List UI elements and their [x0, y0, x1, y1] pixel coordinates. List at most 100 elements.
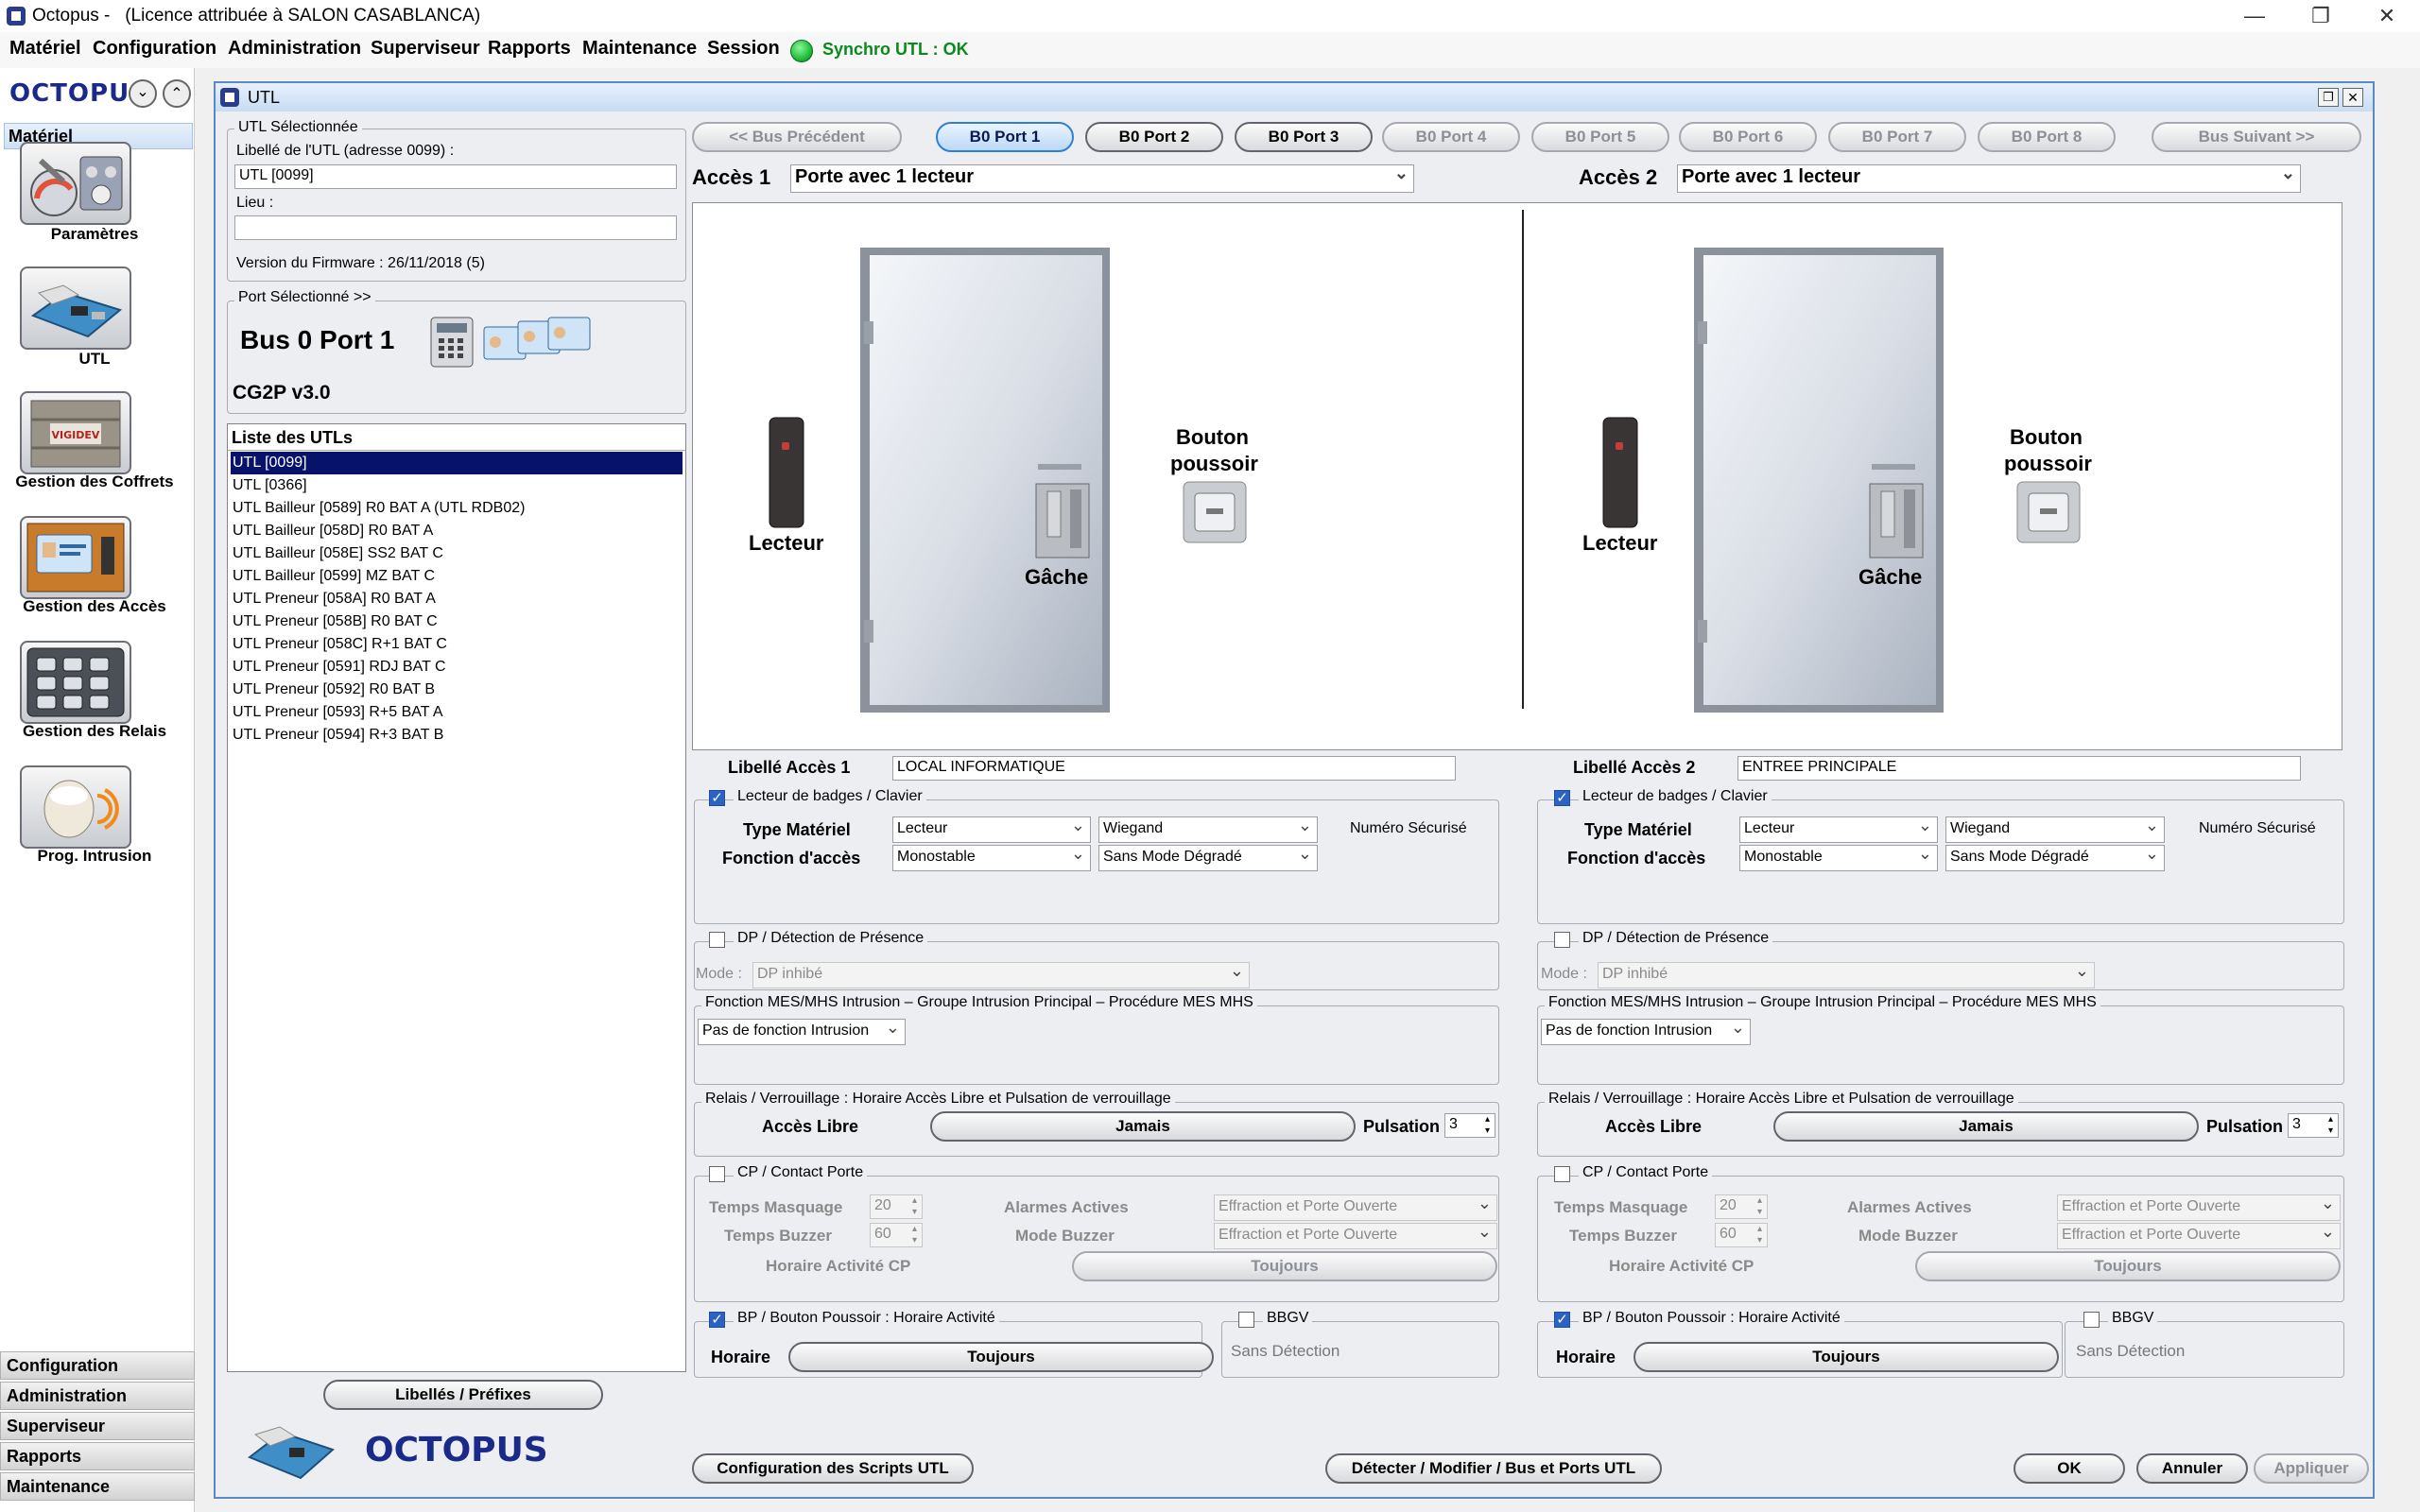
intrusion-tool-button[interactable]	[20, 765, 131, 849]
port-tab-b0-port-5[interactable]: B0 Port 5	[1531, 122, 1669, 152]
bus-next-button[interactable]: Bus Suivant >>	[2152, 122, 2361, 152]
sidebar-section-superviseur[interactable]: Superviseur	[0, 1412, 195, 1440]
dp-mode-2-select[interactable]: DP inhibé	[1598, 959, 2095, 988]
horaire-cp-2-button[interactable]: Toujours	[1915, 1251, 2341, 1281]
detect-bus-ports-button[interactable]: Détecter / Modifier / Bus et Ports UTL	[1325, 1453, 1662, 1484]
bp-2-checkbox[interactable]: ✓	[1554, 1312, 1570, 1328]
temps-masquage-1-spinner[interactable]: 20	[870, 1194, 923, 1219]
menu-session[interactable]: Session	[707, 38, 780, 60]
menu-maintenance[interactable]: Maintenance	[582, 38, 697, 60]
degrade-2-select[interactable]: Sans Mode Dégradé	[1945, 842, 2165, 871]
utl-libelle-input[interactable]: UTL [0099]	[234, 164, 677, 189]
list-item[interactable]: UTL Preneur [0592] R0 BAT B	[231, 679, 683, 701]
badge-reader-1-checkbox[interactable]: ✓	[709, 790, 725, 806]
protocol-2-select[interactable]: Wiegand	[1945, 814, 2165, 843]
cp-1-checkbox[interactable]	[709, 1166, 725, 1182]
horaire-cp-1-button[interactable]: Toujours	[1072, 1251, 1497, 1281]
menu-configuration[interactable]: Configuration	[93, 38, 216, 60]
parametres-tool-button[interactable]	[20, 142, 131, 225]
list-item[interactable]: UTL Preneur [0593] R+5 BAT A	[231, 701, 683, 724]
acces-libre-1-button[interactable]: Jamais	[930, 1111, 1356, 1142]
sidebar-section-configuration[interactable]: Configuration	[0, 1351, 195, 1380]
sidebar-section-rapports[interactable]: Rapports	[0, 1442, 195, 1470]
menu-materiel[interactable]: Matériel	[9, 38, 81, 60]
badge-reader-2-checkbox[interactable]: ✓	[1554, 790, 1570, 806]
mode-buzzer-2-select[interactable]: Effraction et Porte Ouverte	[2057, 1220, 2341, 1249]
port-tab-b0-port-6[interactable]: B0 Port 6	[1679, 122, 1817, 152]
bus-previous-button[interactable]: << Bus Précédent	[692, 122, 902, 152]
cp-2-checkbox[interactable]	[1554, 1166, 1570, 1182]
type-materiel-1-select[interactable]: Lecteur	[892, 814, 1091, 843]
acces-1-type-select[interactable]: Porte avec 1 lecteur	[790, 162, 1414, 193]
coffrets-tool-button[interactable]: VIGIDEV	[20, 391, 131, 474]
list-item[interactable]: UTL [0099]	[231, 452, 683, 474]
menu-superviseur[interactable]: Superviseur	[371, 38, 480, 60]
close-button[interactable]: ✕	[2354, 0, 2420, 32]
degrade-1-select[interactable]: Sans Mode Dégradé	[1098, 842, 1318, 871]
mes-2-select[interactable]: Pas de fonction Intrusion	[1541, 1016, 1751, 1045]
list-item[interactable]: UTL Bailleur [058D] R0 BAT A	[231, 520, 683, 542]
mes-1-select[interactable]: Pas de fonction Intrusion	[698, 1016, 906, 1045]
list-item[interactable]: UTL [0366]	[231, 474, 683, 497]
port-tab-b0-port-8[interactable]: B0 Port 8	[1978, 122, 2116, 152]
sidebar-section-administration[interactable]: Administration	[0, 1382, 195, 1410]
bbgv-1-checkbox[interactable]	[1238, 1312, 1254, 1328]
port-tab-b0-port-3[interactable]: B0 Port 3	[1235, 122, 1373, 152]
alarmes-actives-1-select[interactable]: Effraction et Porte Ouverte	[1214, 1192, 1497, 1221]
scripts-utl-button[interactable]: Configuration des Scripts UTL	[692, 1453, 974, 1484]
list-item[interactable]: UTL Preneur [0594] R+3 BAT B	[231, 724, 683, 747]
libelles-prefixes-button[interactable]: Libellés / Préfixes	[323, 1380, 603, 1410]
collapse-up-icon[interactable]: ⌃	[163, 79, 191, 108]
dp-1-checkbox[interactable]	[709, 932, 725, 948]
collapse-down-icon[interactable]: ⌄	[129, 79, 157, 108]
utl-window-restore-button[interactable]: ❐	[2318, 88, 2339, 107]
list-item[interactable]: UTL Preneur [058C] R+1 BAT C	[231, 633, 683, 656]
temps-masquage-2-spinner[interactable]: 20	[1715, 1194, 1768, 1219]
cancel-button[interactable]: Annuler	[2136, 1453, 2248, 1484]
horaire-bp-1-button[interactable]: Toujours	[788, 1342, 1214, 1372]
strike-2-icon	[1869, 483, 1924, 558]
apply-button[interactable]: Appliquer	[2254, 1453, 2369, 1484]
fonction-acces-2-select[interactable]: Monostable	[1739, 842, 1938, 871]
minimize-button[interactable]: —	[2221, 0, 2288, 32]
bp-1-checkbox[interactable]: ✓	[709, 1312, 725, 1328]
dp-2-checkbox[interactable]	[1554, 932, 1570, 948]
sidebar-section-maintenance[interactable]: Maintenance	[0, 1472, 195, 1501]
list-item[interactable]: UTL Bailleur [0589] R0 BAT A (UTL RDB02)	[231, 497, 683, 520]
temps-buzzer-2-spinner[interactable]: 60	[1715, 1223, 1768, 1247]
acces-tool-button[interactable]	[20, 516, 131, 599]
port-tab-b0-port-1[interactable]: B0 Port 1	[936, 122, 1074, 152]
relais-tool-button[interactable]	[20, 641, 131, 724]
bbgv-2-checkbox[interactable]	[2083, 1312, 2100, 1328]
pulsation-1-spinner[interactable]: 3	[1444, 1113, 1495, 1138]
libelle-acces-2-input[interactable]: ENTREE PRINCIPALE	[1737, 756, 2301, 781]
temps-buzzer-1-spinner[interactable]: 60	[870, 1223, 923, 1247]
menu-rapports[interactable]: Rapports	[488, 38, 571, 60]
list-item[interactable]: UTL Bailleur [0599] MZ BAT C	[231, 565, 683, 588]
ok-button[interactable]: OK	[2014, 1453, 2125, 1484]
numero-securise-2-label: Numéro Sécurisé	[2199, 820, 2316, 836]
utl-lieu-input[interactable]	[234, 215, 677, 240]
list-item[interactable]: UTL Preneur [058B] R0 BAT C	[231, 610, 683, 633]
alarmes-actives-2-select[interactable]: Effraction et Porte Ouverte	[2057, 1192, 2341, 1221]
port-tab-b0-port-4[interactable]: B0 Port 4	[1382, 122, 1520, 152]
list-item[interactable]: UTL Preneur [058A] R0 BAT A	[231, 588, 683, 610]
fonction-acces-1-select[interactable]: Monostable	[892, 842, 1091, 871]
utl-window-close-button[interactable]: ✕	[2342, 88, 2363, 107]
protocol-1-select[interactable]: Wiegand	[1098, 814, 1318, 843]
utl-tool-button[interactable]	[20, 266, 131, 350]
acces-libre-2-button[interactable]: Jamais	[1773, 1111, 2199, 1142]
horaire-bp-2-button[interactable]: Toujours	[1634, 1342, 2059, 1372]
libelle-acces-1-input[interactable]: LOCAL INFORMATIQUE	[892, 756, 1456, 781]
port-tab-b0-port-2[interactable]: B0 Port 2	[1085, 122, 1223, 152]
menu-administration[interactable]: Administration	[228, 38, 361, 60]
pulsation-2-spinner[interactable]: 3	[2288, 1113, 2339, 1138]
type-materiel-2-select[interactable]: Lecteur	[1739, 814, 1938, 843]
mode-buzzer-1-select[interactable]: Effraction et Porte Ouverte	[1214, 1220, 1497, 1249]
maximize-button[interactable]: ❐	[2288, 0, 2354, 32]
list-item[interactable]: UTL Bailleur [058E] SS2 BAT C	[231, 542, 683, 565]
dp-mode-1-select[interactable]: DP inhibé	[752, 959, 1250, 988]
acces-2-type-select[interactable]: Porte avec 1 lecteur	[1677, 162, 2301, 193]
list-item[interactable]: UTL Preneur [0591] RDJ BAT C	[231, 656, 683, 679]
port-tab-b0-port-7[interactable]: B0 Port 7	[1828, 122, 1966, 152]
